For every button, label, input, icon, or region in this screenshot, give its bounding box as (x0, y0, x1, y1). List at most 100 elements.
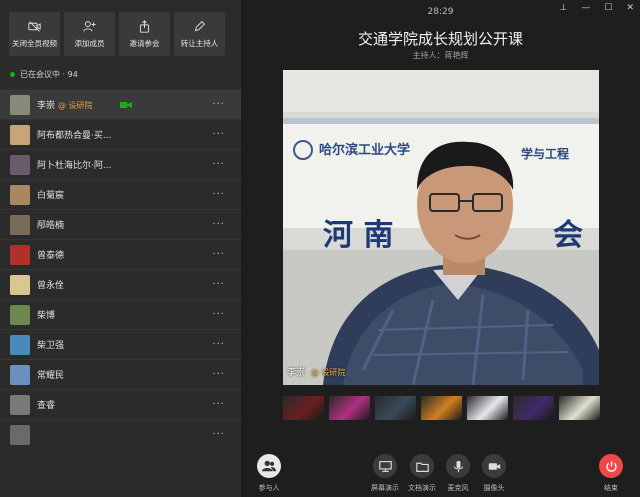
status-dot (10, 72, 15, 77)
host-toolbar: 关闭全员视频 添加成员 邀请参会 转让主持人 (0, 0, 241, 64)
more-options-icon[interactable]: ··· (212, 429, 225, 440)
add-member-button[interactable]: 添加成员 (64, 12, 115, 56)
participant-name-text: 白菊宸 (37, 191, 65, 201)
more-options-icon[interactable]: ··· (212, 219, 225, 230)
participant-name-text: 邴皓楠 (37, 221, 65, 231)
video-thumbnail[interactable] (559, 396, 600, 420)
camera-button[interactable]: 摄像头 (482, 454, 506, 493)
participant-row[interactable]: 邴皓楠 ··· (0, 209, 241, 239)
participant-name: 李崇 @ 设研院 (37, 98, 93, 111)
participant-row[interactable]: 白菊宸 ··· (0, 179, 241, 209)
pen-icon (194, 20, 206, 31)
minimize-icon[interactable]: — (581, 3, 590, 13)
more-options-icon[interactable]: ··· (212, 309, 225, 320)
more-options-icon[interactable]: ··· (212, 99, 225, 110)
more-options-icon[interactable]: ··· (212, 279, 225, 290)
share-icon (139, 19, 150, 33)
more-options-icon[interactable]: ··· (212, 369, 225, 380)
close-icon[interactable]: ✕ (626, 3, 634, 13)
banner-text-4: 会 (553, 218, 583, 253)
transfer-host-label: 转让主持人 (180, 38, 219, 48)
microphone-button[interactable]: 麦克风 (446, 454, 470, 493)
participant-name: 常耀民 (37, 368, 64, 381)
meeting-title: 交通学院成长规划公开课 (357, 30, 523, 48)
more-options-icon[interactable]: ··· (212, 339, 225, 350)
speaker-label: 李崇 @ 设研院 (287, 365, 345, 378)
participant-row[interactable]: 曾永佺 ··· (0, 269, 241, 299)
participants-icon (262, 460, 276, 472)
microphone-label: 麦克风 (447, 484, 469, 492)
doc-share-button[interactable]: 文档演示 (408, 454, 436, 493)
participant-row[interactable]: 柴卫强 ··· (0, 329, 241, 359)
invite-label: 邀请参会 (129, 38, 160, 48)
video-thumbnail[interactable] (421, 396, 462, 420)
avatar (10, 334, 30, 355)
more-options-icon[interactable]: ··· (212, 399, 225, 410)
participant-name: 曾泰德 (37, 248, 64, 261)
participant-row[interactable]: 柴博 ··· (0, 299, 241, 329)
monitor-icon (378, 460, 392, 472)
video-thumbnail[interactable] (375, 396, 416, 420)
participant-name-text: 李崇 (37, 101, 56, 111)
avatar (10, 94, 30, 115)
video-thumbnail[interactable] (513, 396, 554, 420)
video-frame: 哈尔滨工业大学 学与工程 河 南 会 (283, 70, 599, 385)
avatar (10, 394, 30, 415)
camera-icon (488, 462, 500, 470)
speaker-name: 李崇 (287, 368, 306, 378)
avatar (10, 274, 30, 295)
transfer-host-button[interactable]: 转让主持人 (174, 12, 225, 56)
disable-all-video-button[interactable]: 关闭全员视频 (9, 12, 60, 56)
avatar (10, 184, 30, 205)
participant-name-text: 柴卫强 (37, 341, 65, 351)
more-options-icon[interactable]: ··· (212, 129, 225, 140)
main-video[interactable]: 哈尔滨工业大学 学与工程 河 南 会 李崇 @ 设研院 (283, 70, 599, 385)
participant-name: 查睿 (37, 398, 55, 411)
banner-text-1: 哈尔滨工业大学 (319, 142, 410, 158)
participant-name: 邴皓楠 (37, 218, 64, 231)
participant-row[interactable]: 李崇 @ 设研院 ··· (0, 89, 241, 119)
avatar (10, 424, 30, 445)
participant-row[interactable]: 曾泰德 ··· (0, 239, 241, 269)
participant-row[interactable]: ··· (0, 419, 241, 449)
end-meeting-label: 结束 (604, 484, 618, 492)
pin-icon[interactable]: ⊥ (560, 3, 568, 13)
folder-icon (415, 462, 429, 472)
banner-text-3: 河 南 (323, 218, 393, 253)
video-thumbnail[interactable] (283, 396, 324, 420)
meeting-main: 28:29 ⊥ — ☐ ✕ 交通学院成长规划公开课 主持人：蒋艳辉 哈尔滨工业大… (241, 0, 640, 497)
avatar (10, 124, 30, 145)
video-thumbnail[interactable] (329, 396, 370, 420)
more-options-icon[interactable]: ··· (212, 189, 225, 200)
participant-name-text: 查睿 (37, 401, 56, 411)
end-meeting-button[interactable]: 结束 (599, 454, 623, 493)
participant-name: 曾永佺 (37, 278, 64, 291)
participant-row[interactable]: 阿卜杜海比尔·阿... ··· (0, 149, 241, 179)
participant-name: 白菊宸 (37, 188, 64, 201)
participants-button[interactable]: 参与人 (257, 454, 281, 493)
participant-row[interactable]: 阿布都热合曼·买... ··· (0, 119, 241, 149)
invite-button[interactable]: 邀请参会 (119, 12, 170, 56)
video-thumbnail[interactable] (467, 396, 508, 420)
participant-name-text: 曾泰德 (37, 251, 65, 261)
video-off-icon (28, 20, 41, 32)
participant-list: 李崇 @ 设研院 ··· 阿布都热合曼·买... ··· 阿卜杜海比尔·阿... ··· 白菊… (0, 89, 241, 449)
window-controls: ⊥ — ☐ ✕ (560, 3, 634, 13)
maximize-icon[interactable]: ☐ (604, 3, 612, 13)
video-thumbnail-strip (283, 396, 600, 420)
participant-name: 柴博 (37, 308, 55, 321)
participant-name-text: 柴博 (37, 311, 56, 321)
avatar (10, 214, 30, 235)
disable-all-video-label: 关闭全员视频 (12, 38, 57, 48)
speaker-tag: @ 设研院 (310, 368, 346, 377)
participant-row[interactable]: 常耀民 ··· (0, 359, 241, 389)
participant-name: 阿卜杜海比尔·阿... (37, 158, 111, 171)
participant-row[interactable]: 查睿 ··· (0, 389, 241, 419)
power-icon (605, 460, 617, 472)
more-options-icon[interactable]: ··· (212, 159, 225, 170)
more-options-icon[interactable]: ··· (212, 249, 225, 260)
participant-panel: 关闭全员视频 添加成员 邀请参会 转让主持人 已在会议中 · 94 李崇 @ 设研… (0, 0, 241, 497)
avatar (10, 304, 30, 325)
video-on-icon (120, 101, 132, 108)
screen-share-button[interactable]: 屏幕演示 (371, 454, 399, 493)
